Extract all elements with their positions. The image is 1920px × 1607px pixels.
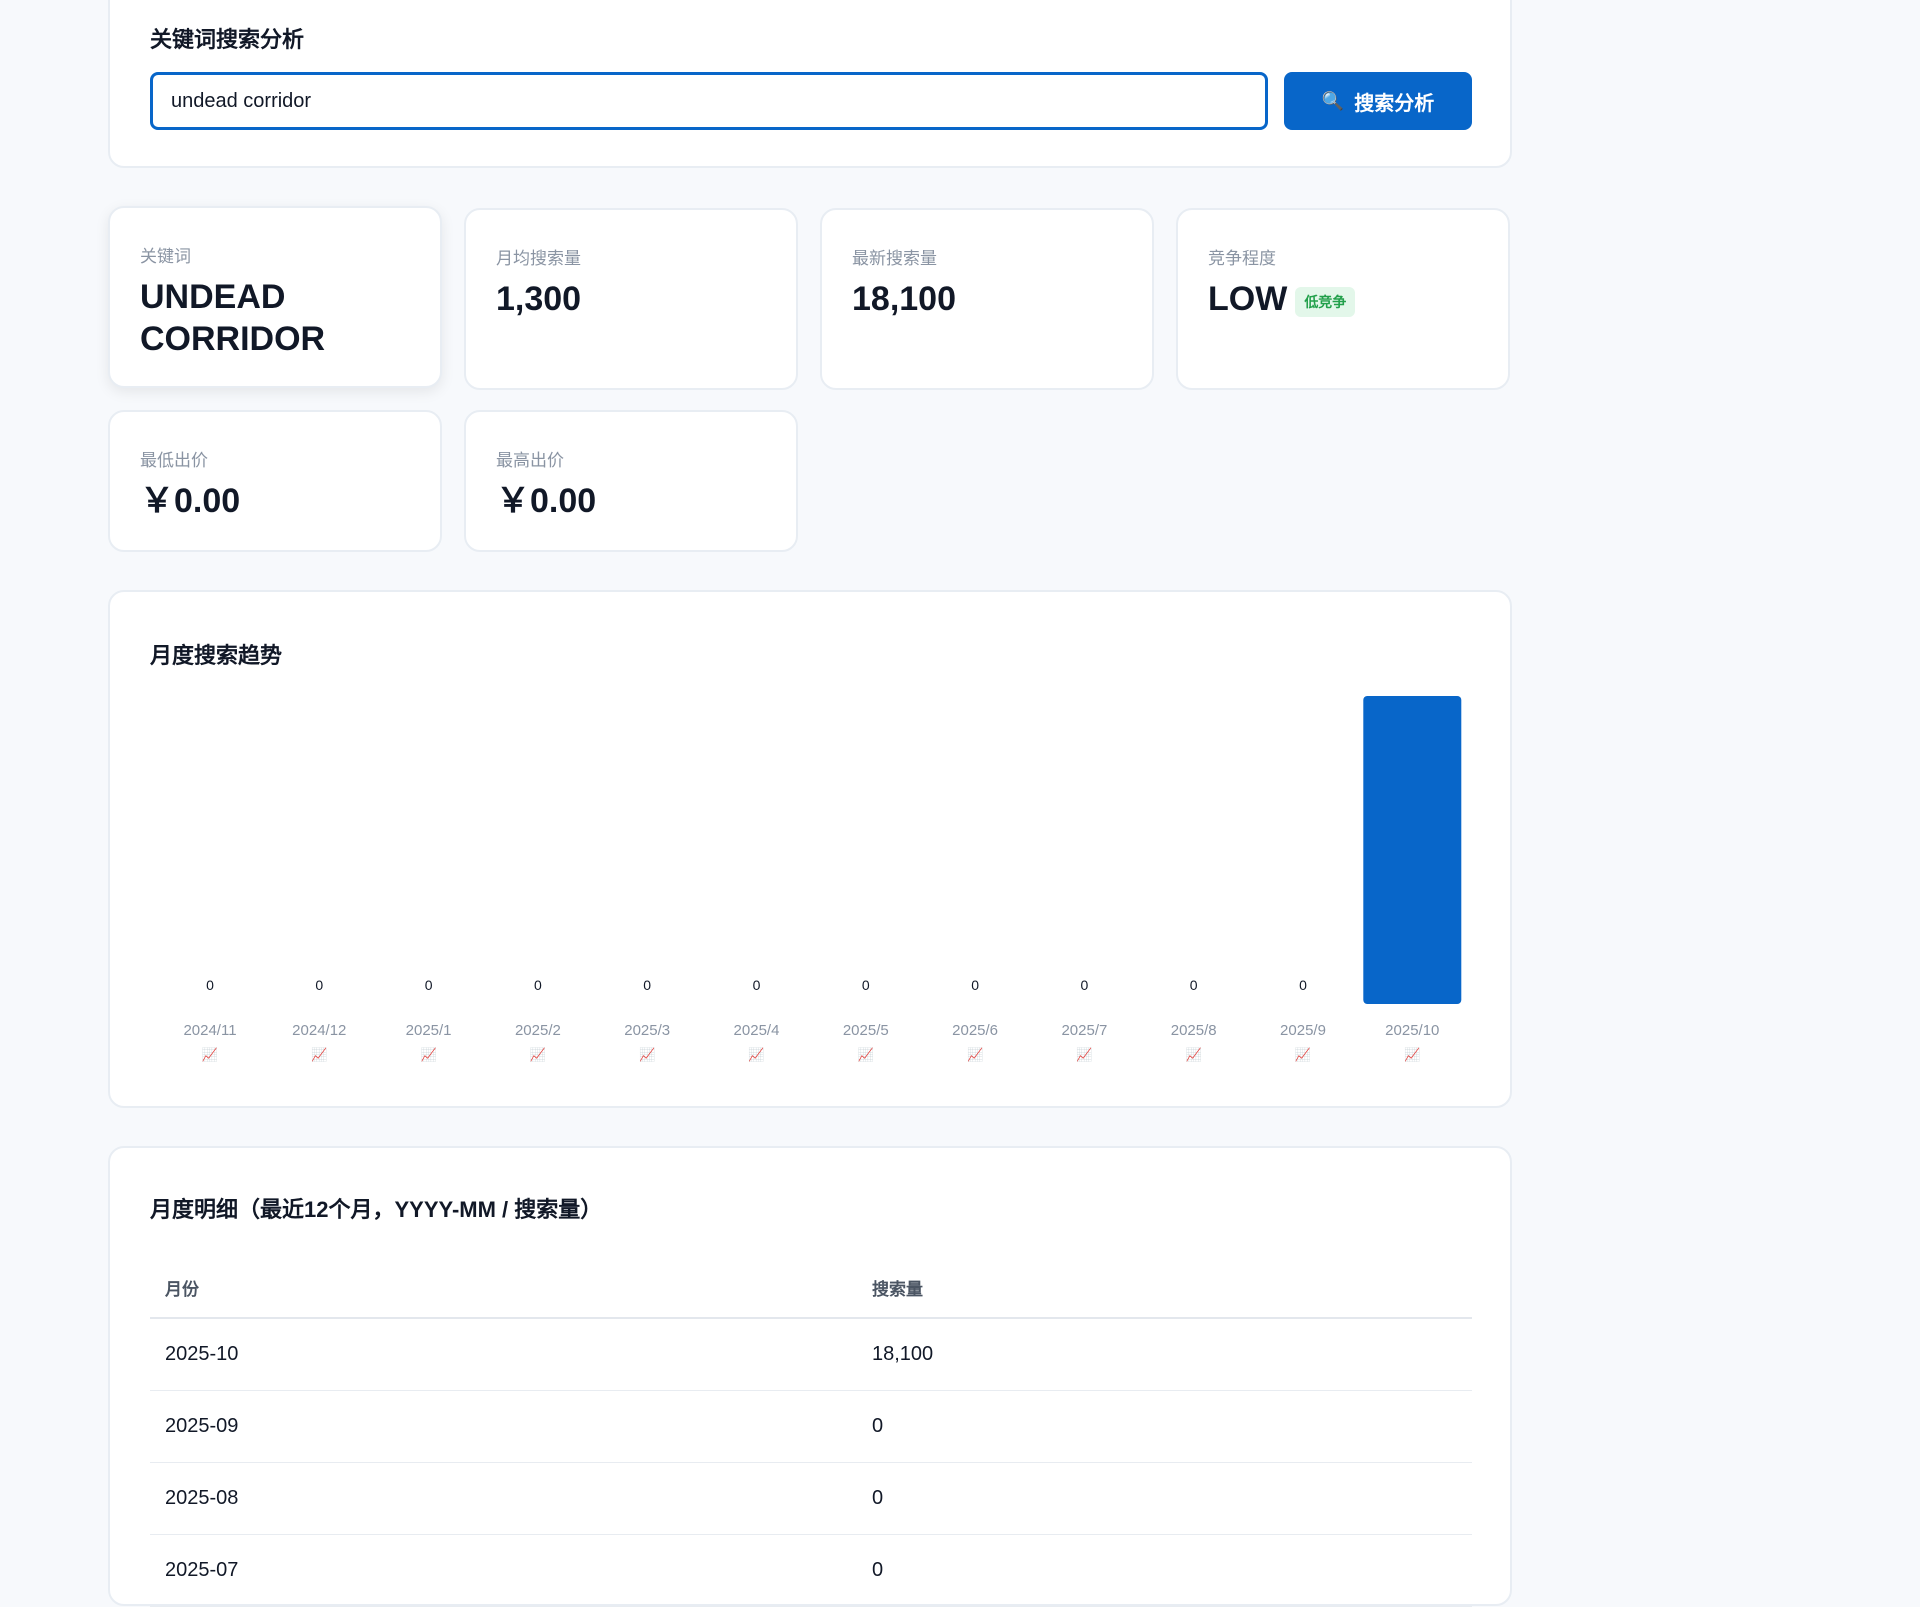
keyword-card: 关键词 UNDEAD CORRIDOR [108, 206, 442, 388]
table-title: 月度明细（最近12个月，YYYY-MM / 搜索量） [150, 1197, 603, 1222]
search-title: 关键词搜索分析 [150, 27, 305, 52]
search-button-label: 搜索分析 [1354, 92, 1435, 115]
bar-value-label: 0 [753, 977, 761, 993]
trend-chart-icon: 📈 [530, 1047, 546, 1062]
trend-chart-icon: 📈 [202, 1047, 218, 1062]
x-tick-label: 2025/4 [734, 1022, 780, 1039]
bar-value-label: 0 [206, 977, 214, 993]
x-tick-label: 2024/11 [183, 1022, 236, 1039]
keyword-search-input[interactable] [150, 72, 1268, 130]
row-month: 2025-08 [150, 1462, 857, 1535]
x-tick-label: 2025/5 [843, 1022, 889, 1039]
min-bid-value: ￥0.00 [140, 482, 241, 520]
keyword-value: UNDEAD CORRIDOR [140, 278, 326, 358]
table-header-row: 月份 搜索量 [150, 1258, 1472, 1319]
trend-chart-icon: 📈 [1186, 1047, 1202, 1062]
search-icon: 🔍 [1321, 90, 1345, 111]
x-tick-label: 2025/10 [1385, 1022, 1439, 1039]
trend-chart-icon: 📈 [1404, 1047, 1420, 1062]
monthly-trend-chart: 0 2024/11 📈 0 2024/12 📈 0 2025/1 📈 0 2025/2 📈 0 2025/… [183, 696, 1462, 1062]
monthly-avg-card: 月均搜索量 1,300 [464, 208, 798, 390]
bar-value-label: 0 [1299, 977, 1307, 993]
x-tick-label: 2025/7 [1061, 1022, 1107, 1039]
trend-chart-icon: 📈 [311, 1047, 327, 1062]
competition-badge: 低竞争 [1295, 287, 1356, 317]
monthly-avg-value: 1,300 [496, 280, 582, 318]
trend-chart-icon: 📈 [639, 1047, 655, 1062]
x-tick-label: 2025/3 [624, 1022, 670, 1039]
header-month: 月份 [150, 1258, 857, 1319]
row-volume: 0 [857, 1534, 1472, 1607]
bar-value-label: 0 [643, 977, 651, 993]
search-card: 关键词搜索分析 🔍 搜索分析 [108, 0, 1512, 168]
trend-chart-icon: 📈 [1295, 1047, 1311, 1062]
monthly-avg-label: 月均搜索量 [496, 249, 581, 268]
x-tick-label: 2024/12 [292, 1022, 346, 1039]
max-bid-label: 最高出价 [496, 451, 564, 470]
header-search-volume: 搜索量 [857, 1258, 1472, 1319]
row-volume: 18,100 [857, 1318, 1472, 1391]
competition-label: 竞争程度 [1208, 249, 1276, 268]
competition-card: 竞争程度 LOW 低竞争 [1176, 208, 1510, 390]
bar-value-label: 0 [862, 977, 870, 993]
search-analyze-button[interactable]: 🔍 搜索分析 [1284, 72, 1472, 130]
competition-value: LOW [1208, 280, 1288, 318]
min-bid-card: 最低出价 ￥0.00 [108, 410, 442, 552]
min-bid-label: 最低出价 [140, 451, 208, 470]
table-row: 2025-09 0 [150, 1390, 1472, 1463]
max-bid-card: 最高出价 ￥0.00 [464, 410, 798, 552]
trend-chart-icon: 📈 [858, 1047, 874, 1062]
bar-value-label: 0 [315, 977, 323, 993]
latest-search-value: 18,100 [852, 280, 956, 318]
trend-chart-icon: 📈 [421, 1047, 437, 1062]
trend-chart-icon: 📈 [967, 1047, 983, 1062]
monthly-detail-card: 月度明细（最近12个月，YYYY-MM / 搜索量） 月份 搜索量 2025-1… [108, 1146, 1512, 1607]
x-tick-label: 2025/1 [406, 1022, 452, 1039]
chart-bar[interactable] [1363, 696, 1462, 1004]
row-month: 2025-07 [150, 1534, 857, 1607]
bar-value-label: 0 [1190, 977, 1198, 993]
table-row: 2025-08 0 [150, 1462, 1472, 1535]
row-month: 2025-10 [150, 1318, 857, 1391]
row-month: 2025-09 [150, 1390, 857, 1463]
bar-value-label: 0 [425, 977, 433, 993]
chart-title: 月度搜索趋势 [150, 643, 283, 668]
monthly-detail-table: 月份 搜索量 2025-10 18,100 2025-09 0 2025-08 … [150, 1258, 1472, 1607]
trend-chart-icon: 📈 [748, 1047, 764, 1062]
x-tick-label: 2025/8 [1171, 1022, 1217, 1039]
keyword-label: 关键词 [140, 247, 191, 266]
row-volume: 0 [857, 1390, 1472, 1463]
row-volume: 0 [857, 1462, 1472, 1535]
table-row: 2025-10 18,100 [150, 1318, 1472, 1391]
trend-chart-icon: 📈 [1076, 1047, 1092, 1062]
bar-value-label: 0 [971, 977, 979, 993]
bar-value-label: 0 [534, 977, 542, 993]
table-row: 2025-07 0 [150, 1534, 1472, 1607]
x-tick-label: 2025/9 [1280, 1022, 1326, 1039]
x-tick-label: 2025/6 [952, 1022, 998, 1039]
max-bid-value: ￥0.00 [496, 482, 597, 520]
bar-value-label: 0 [1081, 977, 1089, 993]
x-tick-label: 2025/2 [515, 1022, 561, 1039]
trend-chart-card: 0 2024/11 📈 0 2024/12 📈 0 2025/1 📈 0 2025/2 📈 0 2025/… [108, 590, 1512, 1108]
latest-search-card: 最新搜索量 18,100 [820, 208, 1154, 390]
latest-search-label: 最新搜索量 [852, 249, 937, 268]
